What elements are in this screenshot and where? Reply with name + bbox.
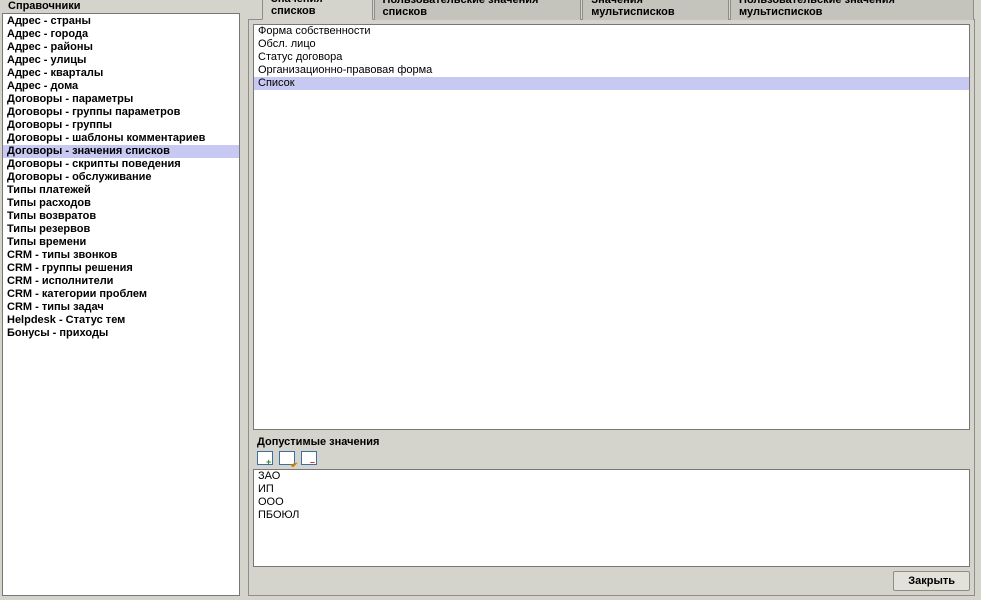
list-item[interactable]: Обсл. лицо	[254, 38, 969, 51]
sidebar-item[interactable]: Договоры - скрипты поведения	[3, 158, 239, 171]
sidebar-item[interactable]: Адрес - города	[3, 28, 239, 41]
app-root: Справочники Адрес - страныАдрес - города…	[0, 0, 981, 600]
list-item[interactable]: Форма собственности	[254, 25, 969, 38]
sidebar-item[interactable]: CRM - группы решения	[3, 262, 239, 275]
list-item[interactable]: Организационно-правовая форма	[254, 64, 969, 77]
list-item[interactable]: Статус договора	[254, 51, 969, 64]
value-item[interactable]: ЗАО	[254, 470, 969, 483]
delete-value-button[interactable]: –	[301, 451, 317, 465]
allowed-values-title: Допустимые значения	[253, 430, 970, 451]
main-area: Значения списковПользовательские значени…	[240, 0, 975, 596]
add-value-button[interactable]: +	[257, 451, 273, 465]
edit-value-button[interactable]	[279, 451, 295, 465]
sidebar-item[interactable]: Helpdesk - Статус тем	[3, 314, 239, 327]
sidebar-item[interactable]: Адрес - улицы	[3, 54, 239, 67]
value-item[interactable]: ИП	[254, 483, 969, 496]
sidebar-item[interactable]: Договоры - группы параметров	[3, 106, 239, 119]
tab[interactable]: Значения списков	[262, 0, 373, 20]
minus-icon: –	[310, 459, 317, 466]
tab[interactable]: Пользовательские значения мультисписков	[730, 0, 974, 20]
sidebar-item[interactable]: Договоры - обслуживание	[3, 171, 239, 184]
value-item[interactable]: ООО	[254, 496, 969, 509]
sidebar-item[interactable]: Договоры - шаблоны комментариев	[3, 132, 239, 145]
sidebar-list[interactable]: Адрес - страныАдрес - городаАдрес - райо…	[2, 13, 240, 596]
values-list[interactable]: ЗАОИПОООПБОЮЛ	[253, 469, 970, 567]
sidebar-item[interactable]: Адрес - страны	[3, 15, 239, 28]
sidebar-item[interactable]: CRM - категории проблем	[3, 288, 239, 301]
sidebar-item[interactable]: Адрес - дома	[3, 80, 239, 93]
tab[interactable]: Значения мультисписков	[582, 0, 729, 20]
plus-icon: +	[266, 459, 273, 466]
tab[interactable]: Пользовательские значения списков	[374, 0, 582, 20]
list-item[interactable]: Список	[254, 77, 969, 90]
tab-body: Форма собственностиОбсл. лицоСтатус дого…	[248, 19, 975, 596]
sidebar-item[interactable]: CRM - исполнители	[3, 275, 239, 288]
pencil-icon	[290, 460, 298, 468]
close-button[interactable]: Закрыть	[893, 571, 970, 591]
sidebar-item[interactable]: Типы возвратов	[3, 210, 239, 223]
sidebar-item[interactable]: Бонусы - приходы	[3, 327, 239, 340]
sidebar-title: Справочники	[2, 0, 240, 13]
sidebar: Справочники Адрес - страныАдрес - города…	[2, 0, 240, 596]
value-item[interactable]: ПБОЮЛ	[254, 509, 969, 522]
sidebar-item[interactable]: CRM - типы звонков	[3, 249, 239, 262]
footer: Закрыть	[253, 567, 970, 591]
sidebar-item[interactable]: Типы платежей	[3, 184, 239, 197]
sidebar-item[interactable]: Договоры - параметры	[3, 93, 239, 106]
sidebar-item[interactable]: CRM - типы задач	[3, 301, 239, 314]
values-toolbar: + –	[253, 451, 970, 469]
sidebar-item[interactable]: Типы резервов	[3, 223, 239, 236]
sidebar-item[interactable]: Адрес - районы	[3, 41, 239, 54]
categories-list[interactable]: Форма собственностиОбсл. лицоСтатус дого…	[253, 24, 970, 430]
sidebar-item[interactable]: Договоры - группы	[3, 119, 239, 132]
tab-row: Значения списковПользовательские значени…	[248, 2, 975, 20]
sidebar-item[interactable]: Договоры - значения списков	[3, 145, 239, 158]
sidebar-item[interactable]: Адрес - кварталы	[3, 67, 239, 80]
sidebar-item[interactable]: Типы расходов	[3, 197, 239, 210]
sidebar-item[interactable]: Типы времени	[3, 236, 239, 249]
